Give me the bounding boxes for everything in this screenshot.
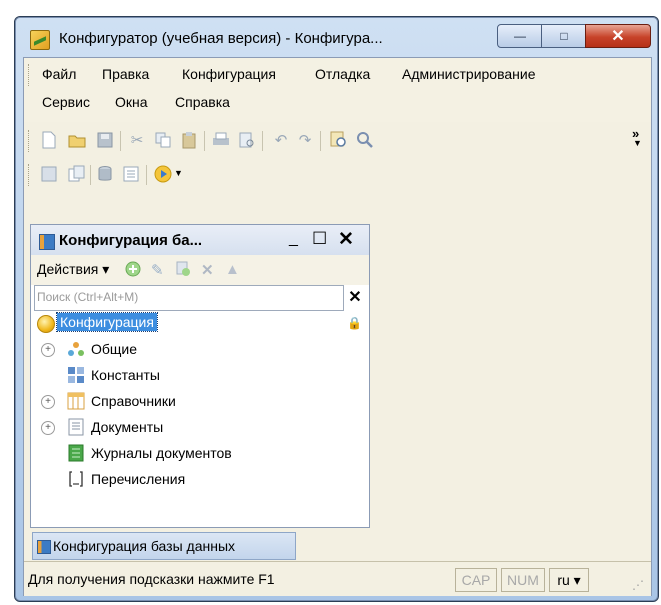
caps-lock-indicator: CAP [455, 568, 497, 592]
menu-debug[interactable]: Отладка [315, 66, 370, 82]
common-icon [67, 340, 85, 358]
toolbar-separator [146, 165, 147, 185]
expand-icon[interactable]: + [41, 343, 55, 357]
tree-item-label: Документы [91, 419, 164, 435]
standard-toolbar: ✂ ↶ ↷ » ▼ [24, 126, 651, 156]
panel-header[interactable]: Конфигурация ба... _ ☐ ✕ [31, 225, 369, 255]
status-hint: Для получения подсказки нажмите F1 [28, 571, 275, 587]
maximize-button[interactable]: □ [541, 24, 587, 48]
panel-actions-bar: Действия ▾ ✎ ✕ ▲ [31, 255, 369, 285]
panel-tab-config-db[interactable]: Конфигурация базы данных [32, 532, 296, 560]
tree-item-label: Общие [91, 341, 138, 357]
tree-item-journals[interactable]: Журналы документов [31, 441, 369, 467]
cut-icon[interactable]: ✂ [128, 131, 146, 149]
tree-item-label: Перечисления [91, 471, 186, 487]
save-icon[interactable] [96, 131, 114, 149]
actions-menu-button[interactable]: Действия ▾ [37, 261, 109, 278]
menu-file[interactable]: Файл [42, 66, 76, 82]
status-bar: Для получения подсказки нажмите F1 CAP N… [24, 561, 651, 596]
chevron-down-icon[interactable]: ▼ [633, 138, 642, 148]
menu-windows[interactable]: Окна [115, 94, 148, 110]
print-icon[interactable] [212, 131, 230, 149]
lock-icon: 🔒 [347, 316, 362, 330]
properties-icon[interactable] [122, 165, 140, 183]
compare-config-icon[interactable] [68, 165, 86, 183]
num-lock-indicator: NUM [501, 568, 545, 592]
database-icon[interactable] [96, 165, 114, 183]
window-title: Конфигуратор (учебная версия) - Конфигур… [59, 30, 383, 47]
copy-item-icon[interactable] [175, 261, 191, 281]
expand-icon[interactable]: + [41, 395, 55, 409]
run-debug-icon[interactable] [154, 165, 172, 183]
documents-icon [67, 418, 85, 436]
toolbar-separator [204, 131, 205, 151]
menu-configuration[interactable]: Конфигурация [182, 66, 276, 82]
tree-item-label: Справочники [91, 393, 176, 409]
tree-item-label: Журналы документов [91, 445, 232, 461]
enums-icon [67, 470, 85, 488]
panel-title: Конфигурация ба... [59, 232, 203, 249]
search-icon[interactable] [356, 131, 374, 149]
menu-edit[interactable]: Правка [102, 66, 149, 82]
add-icon[interactable] [125, 261, 141, 281]
catalogs-icon [67, 392, 85, 410]
app-icon [30, 30, 50, 50]
toolbar-grip[interactable] [28, 164, 31, 186]
menu-bar: Файл Правка Конфигурация Отладка Админис… [24, 58, 651, 122]
search-box [34, 285, 344, 311]
open-file-icon[interactable] [68, 131, 86, 149]
toolbar-grip[interactable] [28, 130, 31, 152]
panel-close-button[interactable]: ✕ [338, 228, 354, 251]
title-bar[interactable]: Конфигуратор (учебная версия) - Конфигур… [15, 17, 658, 55]
tree-item-enums[interactable]: Перечисления [31, 467, 369, 493]
toolbar-separator [262, 131, 263, 151]
toolbar-separator [320, 131, 321, 151]
new-file-icon[interactable] [40, 131, 58, 149]
menu-administration[interactable]: Администрирование [402, 66, 536, 82]
paste-icon[interactable] [180, 131, 198, 149]
search-input[interactable] [37, 288, 337, 306]
expand-icon[interactable]: + [41, 421, 55, 435]
journals-icon [67, 444, 85, 462]
tree-root[interactable]: Конфигурация 🔒 [31, 311, 369, 337]
print-preview-icon[interactable] [238, 131, 256, 149]
menubar-grip[interactable] [28, 64, 31, 86]
constants-icon [67, 366, 85, 384]
toolbar-separator [90, 165, 91, 185]
toolbar-separator [120, 131, 121, 151]
undo-icon[interactable]: ↶ [272, 131, 290, 149]
panel-maximize-button[interactable]: ☐ [312, 229, 327, 249]
move-up-icon[interactable]: ▲ [225, 261, 240, 278]
minimize-button[interactable]: — [497, 24, 543, 48]
menu-help[interactable]: Справка [175, 94, 230, 110]
tree-item-label: Константы [91, 367, 160, 383]
main-window: Конфигуратор (учебная версия) - Конфигур… [14, 16, 659, 602]
config-window-icon[interactable] [40, 165, 58, 183]
copy-icon[interactable] [154, 131, 172, 149]
close-button[interactable]: ✕ [585, 24, 651, 48]
panel-tab-label: Конфигурация базы данных [53, 538, 236, 554]
edit-icon[interactable]: ✎ [151, 261, 164, 279]
configuration-toolbar: ▼ [24, 160, 651, 190]
redo-icon[interactable]: ↷ [296, 131, 314, 149]
find-in-tree-icon[interactable] [330, 131, 348, 149]
tree-item-constants[interactable]: Константы [31, 363, 369, 389]
config-tree-icon [39, 234, 55, 250]
language-selector[interactable]: ru ▾ [549, 568, 589, 592]
panel-minimize-button[interactable]: _ [289, 230, 298, 248]
configuration-root-icon [37, 315, 55, 333]
search-clear-icon[interactable]: ✕ [345, 288, 365, 308]
config-tree-panel: Конфигурация ба... _ ☐ ✕ Действия ▾ ✎ ✕ … [30, 224, 370, 528]
resize-grip-icon[interactable]: ⋰ [632, 578, 644, 592]
menu-service[interactable]: Сервис [42, 94, 90, 110]
tree-root-label[interactable]: Конфигурация [56, 312, 158, 332]
tree-item-common[interactable]: + Общие [31, 337, 369, 363]
client-area: Файл Правка Конфигурация Отладка Админис… [23, 57, 652, 596]
run-menu-chevron-icon[interactable]: ▼ [174, 168, 183, 178]
tree-item-catalogs[interactable]: + Справочники [31, 389, 369, 415]
config-tree-icon [37, 540, 51, 554]
delete-icon[interactable]: ✕ [201, 261, 214, 279]
tree-item-documents[interactable]: + Документы [31, 415, 369, 441]
